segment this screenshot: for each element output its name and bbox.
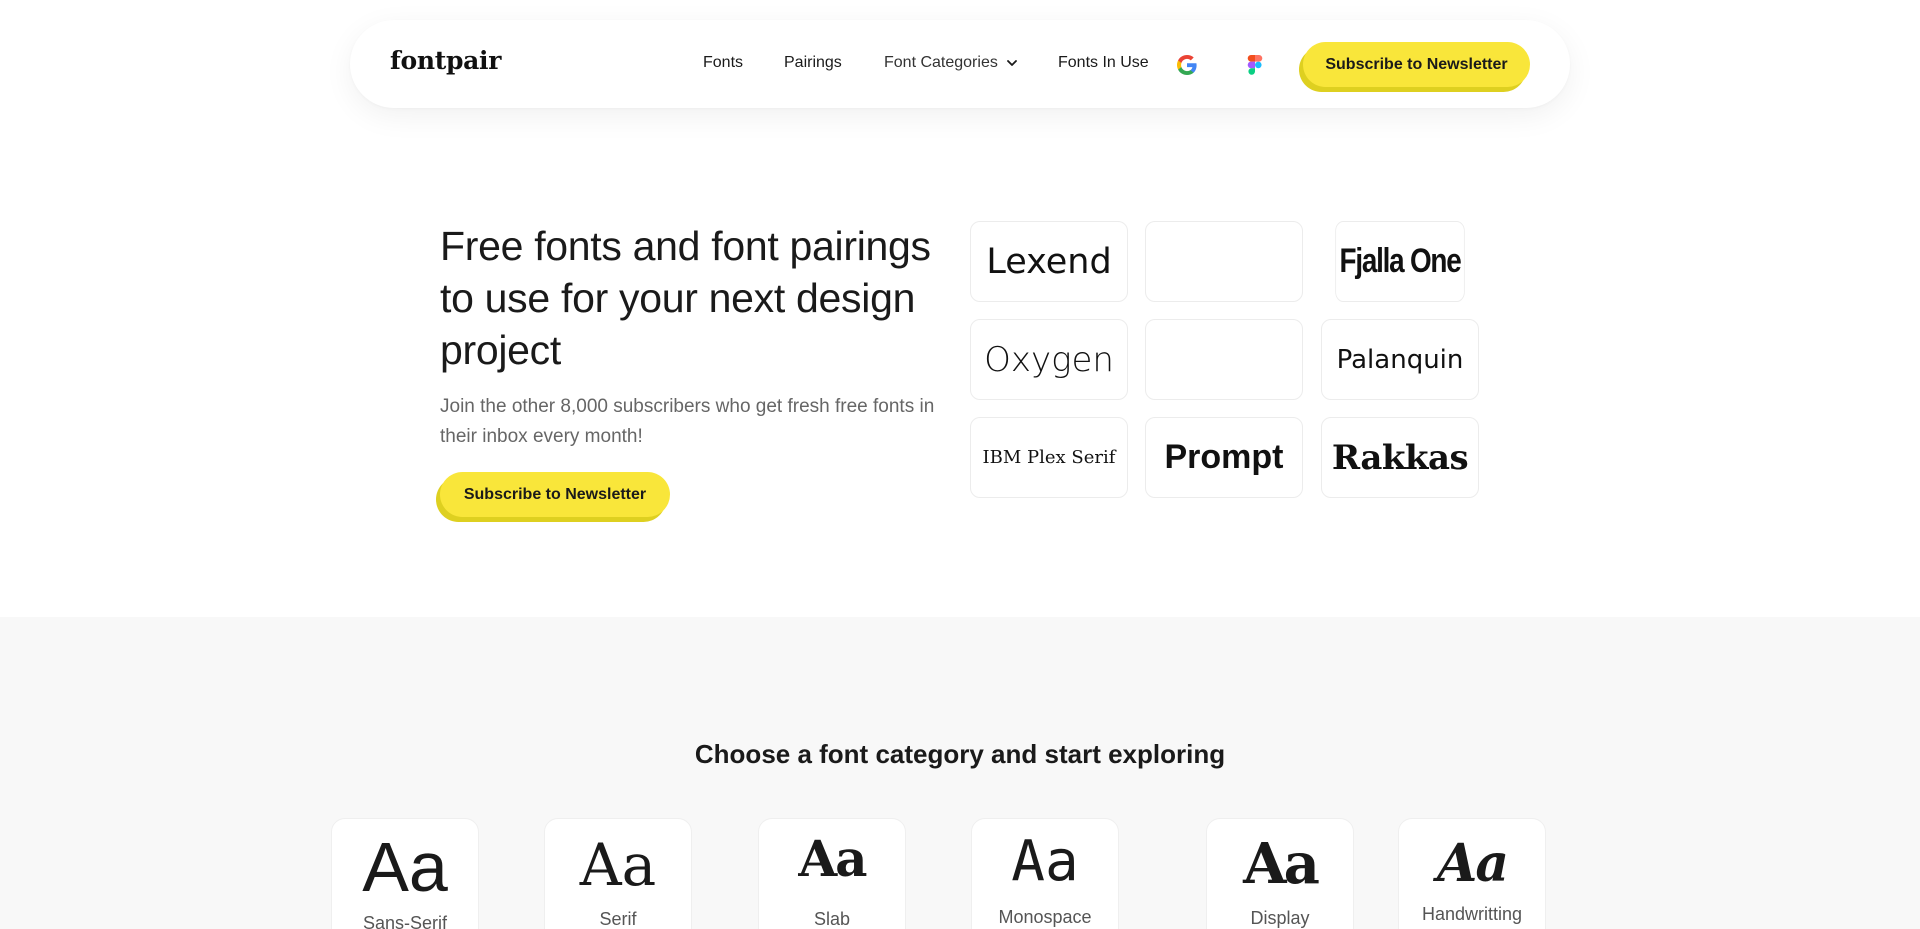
- category-card-display[interactable]: Aa Display: [1206, 818, 1354, 929]
- font-category-section: Choose a font category and start explori…: [0, 617, 1920, 929]
- category-sample: Aa: [1011, 829, 1079, 894]
- hero-subtitle: Join the other 8,000 subscribers who get…: [440, 396, 935, 447]
- nav-dropdown-font-categories[interactable]: Font Categories: [884, 54, 1018, 72]
- category-card-serif[interactable]: Aa Serif: [544, 818, 692, 929]
- font-tile-lexend[interactable]: Lexend: [970, 221, 1128, 302]
- subscribe-newsletter-button-hero[interactable]: Subscribe to Newsletter: [440, 472, 670, 517]
- font-tile-ibm-plex-serif[interactable]: IBM Plex Serif: [970, 417, 1128, 498]
- font-tile-prompt[interactable]: Prompt: [1145, 417, 1303, 498]
- logo[interactable]: fontpair: [390, 46, 501, 75]
- font-tile-rakkas[interactable]: Rakkas: [1321, 417, 1479, 498]
- hero-title: Free fonts and font pairings to use for …: [440, 223, 931, 373]
- category-sample: Aa: [1436, 833, 1509, 894]
- category-heading: Choose a font category and start explori…: [694, 739, 1226, 769]
- category-label: Monospace: [998, 907, 1092, 927]
- top-navbar: fontpair Fonts Pairings Font Categories …: [350, 20, 1570, 108]
- category-label: Serif: [599, 909, 637, 929]
- nav-link-fonts-in-use[interactable]: Fonts In Use: [1058, 54, 1149, 72]
- nav-link-pairings[interactable]: Pairings: [784, 54, 842, 72]
- font-tile-fjalla-one[interactable]: Fjalla One: [1335, 221, 1465, 302]
- nav-link-fonts[interactable]: Fonts: [703, 54, 743, 72]
- category-sample: Aa: [1243, 831, 1320, 897]
- figma-icon[interactable]: [1243, 53, 1267, 77]
- chevron-down-icon: [1006, 60, 1017, 66]
- category-card-slab[interactable]: Aa Slab: [758, 818, 906, 929]
- category-label: Slab: [813, 909, 851, 929]
- font-tile-palanquin[interactable]: Palanquin: [1321, 319, 1479, 400]
- font-tile-empty[interactable]: [1145, 319, 1303, 400]
- category-sample: Aa: [362, 828, 448, 906]
- category-card-sans-serif[interactable]: Aa Sans-Serif: [331, 818, 479, 929]
- category-sample: Aa: [579, 831, 657, 899]
- google-icon[interactable]: [1175, 53, 1199, 77]
- category-card-monospace[interactable]: Aa Monospace: [971, 818, 1119, 929]
- category-sample: Aa: [798, 829, 867, 888]
- subscribe-newsletter-button-nav[interactable]: Subscribe to Newsletter: [1303, 42, 1530, 87]
- category-label: Sans-Serif: [362, 913, 448, 929]
- font-tile-empty[interactable]: [1145, 221, 1303, 302]
- category-card-handwritting[interactable]: Aa Handwritting: [1398, 818, 1546, 929]
- category-label: Handwritting: [1421, 904, 1523, 924]
- nav-dropdown-label: Font Categories: [884, 54, 998, 71]
- category-label: Display: [1250, 908, 1310, 928]
- font-tile-oxygen[interactable]: Oxygen: [970, 319, 1128, 400]
